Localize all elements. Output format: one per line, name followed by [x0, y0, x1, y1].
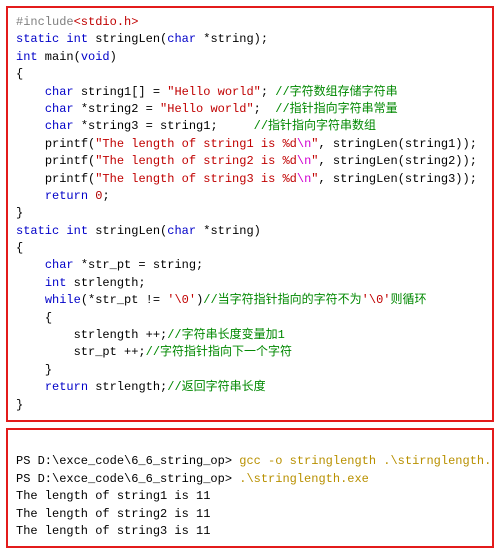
paren-close: ): [110, 50, 117, 64]
return-expr: strlength;: [88, 380, 167, 394]
comment: //字符数组存储字符串: [275, 85, 397, 99]
escape-seq: \n: [297, 154, 311, 168]
semicolon: ;: [261, 85, 275, 99]
indent: [16, 258, 45, 272]
string-literal: "The length of string2 is %d: [95, 154, 297, 168]
statement: str_pt ++;: [74, 345, 146, 359]
brace-close: }: [45, 363, 52, 377]
terminal-command: gcc -o stringlength .\stirnglength.c: [239, 454, 494, 468]
terminal-output: The length of string2 is 11: [16, 507, 210, 521]
comment: 则循环: [390, 293, 426, 307]
brace-open: {: [16, 241, 23, 255]
semicolon: ;: [254, 102, 276, 116]
indent: [16, 276, 45, 290]
kw-int: int: [16, 50, 38, 64]
var-decl: *string2 =: [74, 102, 160, 116]
char-literal: '\0': [167, 293, 196, 307]
kw-static: static: [16, 32, 59, 46]
indent: [16, 189, 45, 203]
brace-close: }: [16, 206, 23, 220]
escape-seq: \n: [297, 172, 311, 186]
preproc-hash: #include: [16, 15, 74, 29]
comment: //字符串长度变量加1: [167, 328, 285, 342]
indent: [16, 293, 45, 307]
code-panel: #include<stdio.h> static int stringLen(c…: [6, 6, 494, 422]
var-decl: *str_pt = string;: [74, 258, 204, 272]
indent: [16, 102, 45, 116]
while-cond: (*str_pt !=: [81, 293, 167, 307]
brace-close: }: [16, 398, 23, 412]
kw-while: while: [45, 293, 81, 307]
comment: //当字符指针指向的字符不为: [203, 293, 361, 307]
indent: [16, 345, 74, 359]
kw-char: char: [45, 85, 74, 99]
indent: [16, 328, 74, 342]
indent: [16, 119, 45, 133]
semicolon: ;: [102, 189, 109, 203]
statement: strlength ++;: [74, 328, 168, 342]
comment: //指针指向字符串常量: [275, 102, 397, 116]
escape-seq: \n: [297, 137, 311, 151]
kw-int: int: [66, 32, 88, 46]
include-header: <stdio.h>: [74, 15, 139, 29]
fn-arg: *string): [196, 224, 261, 238]
fn-call: printf(: [45, 137, 95, 151]
terminal-output: The length of string3 is 11: [16, 524, 210, 538]
kw-int: int: [45, 276, 67, 290]
kw-return: return: [45, 189, 88, 203]
fn-main: main(: [38, 50, 81, 64]
comment: //字符指针指向下一个字符: [146, 345, 292, 359]
var-decl: string1[] =: [74, 85, 168, 99]
kw-char: char: [167, 224, 196, 238]
kw-char: char: [45, 119, 74, 133]
comment: //指针指向字符串数组: [254, 119, 376, 133]
string-literal: "Hello world": [160, 102, 254, 116]
var-decl: strlength;: [66, 276, 145, 290]
fn-decl: stringLen(: [88, 32, 167, 46]
indent: [16, 311, 45, 325]
fn-args: , stringLen(string1));: [318, 137, 476, 151]
kw-char: char: [167, 32, 196, 46]
terminal-prompt: PS D:\exce_code\6_6_string_op>: [16, 472, 239, 486]
indent: [16, 154, 45, 168]
kw-return: return: [45, 380, 88, 394]
kw-char: char: [45, 258, 74, 272]
terminal-panel: PS D:\exce_code\6_6_string_op> gcc -o st…: [6, 428, 494, 548]
kw-static: static: [16, 224, 59, 238]
terminal-prompt: PS D:\exce_code\6_6_string_op>: [16, 454, 239, 468]
indent: [16, 85, 45, 99]
string-literal: "The length of string1 is %d: [95, 137, 297, 151]
brace-open: {: [45, 311, 52, 325]
fn-call: printf(: [45, 154, 95, 168]
kw-int: int: [66, 224, 88, 238]
comment: //返回字符串长度: [167, 380, 265, 394]
fn-args: , stringLen(string2));: [318, 154, 476, 168]
string-literal: "The length of string3 is %d: [95, 172, 297, 186]
indent: [16, 380, 45, 394]
fn-call: printf(: [45, 172, 95, 186]
indent: [16, 172, 45, 186]
terminal-command: .\stringlength.exe: [239, 472, 369, 486]
indent: [16, 363, 45, 377]
var-decl: *string3 = string1;: [74, 119, 254, 133]
terminal-output: The length of string1 is 11: [16, 489, 210, 503]
fn-arg: *string);: [196, 32, 268, 46]
fn-def: stringLen(: [88, 224, 167, 238]
string-literal: "Hello world": [167, 85, 261, 99]
kw-void: void: [81, 50, 110, 64]
fn-args: , stringLen(string3));: [318, 172, 476, 186]
brace-open: {: [16, 67, 23, 81]
indent: [16, 137, 45, 151]
char-literal: '\0': [362, 293, 391, 307]
kw-char: char: [45, 102, 74, 116]
